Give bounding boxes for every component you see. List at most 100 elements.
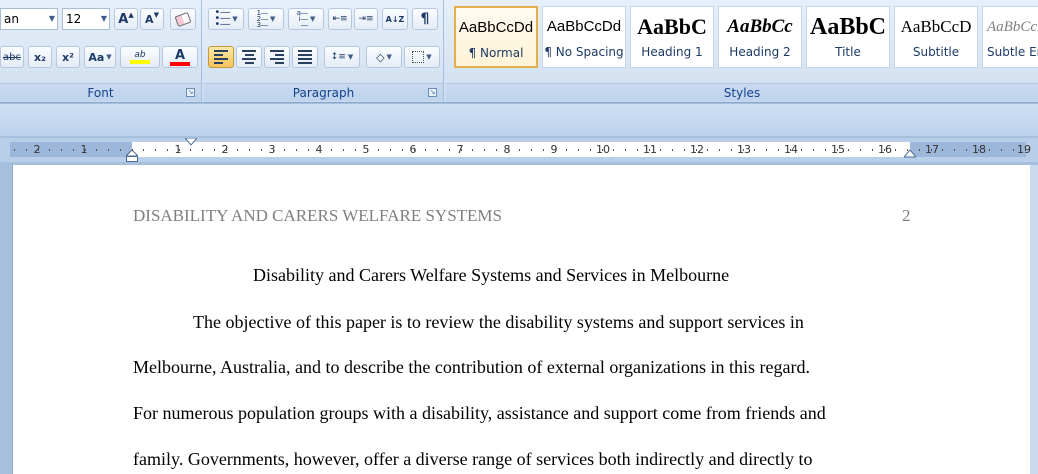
- font-name-combobox[interactable]: an ▼: [0, 8, 58, 30]
- ruler-tick: [508, 149, 509, 151]
- change-case-button[interactable]: Aa ▼: [84, 46, 116, 68]
- text-highlight-button[interactable]: ab: [120, 46, 160, 68]
- ruler-tick: [308, 149, 309, 151]
- ruler-tick: [355, 149, 356, 151]
- ruler-tick: [14, 149, 15, 151]
- styles-group: AaBbCcDd ¶ Normal AaBbCcDd ¶ No Spacing …: [446, 0, 1038, 103]
- style-heading-2[interactable]: AaBbCc Heading 2: [718, 6, 802, 68]
- font-color-swatch: [170, 61, 190, 66]
- ruler-tick: [813, 149, 814, 151]
- ruler-tick: [1013, 149, 1014, 151]
- strikethrough-button[interactable]: abc: [0, 46, 24, 68]
- ruler-number: 7: [456, 143, 464, 156]
- ruler-tick: [672, 149, 673, 151]
- highlighter-icon: ab: [134, 50, 146, 60]
- style-title[interactable]: AaBbC Title: [806, 6, 890, 68]
- multilevel-list-button[interactable]: a― i― ― ▼: [288, 8, 324, 30]
- superscript-button[interactable]: x²: [56, 46, 80, 68]
- ruler-tick: [590, 149, 591, 151]
- ruler-tick: [449, 149, 450, 151]
- ruler-tick: [132, 149, 133, 151]
- eraser-icon: [174, 11, 192, 27]
- horizontal-ruler[interactable]: 2 1 1 2 3 4 5 6 7 8 9 10 11 12 13 14 15 …: [0, 138, 1038, 162]
- ruler-tick: [719, 149, 720, 151]
- multilevel-list-icon: a― i― ―: [296, 9, 309, 29]
- ruler-tick: [496, 149, 497, 151]
- ruler-tick: [825, 149, 826, 151]
- ruler-tick: [167, 149, 168, 151]
- style-no-spacing[interactable]: AaBbCcDd ¶ No Spacing: [542, 6, 626, 68]
- ruler-number: 12: [690, 143, 704, 156]
- decrease-indent-button[interactable]: ⇤≡: [328, 8, 352, 30]
- ruler-tick: [214, 149, 215, 151]
- increase-indent-button[interactable]: ⇥≡: [354, 8, 378, 30]
- borders-button[interactable]: ▼: [404, 46, 440, 68]
- ruler-number: 10: [596, 143, 610, 156]
- ruler-left-margin: [10, 142, 132, 157]
- ribbon: an ▼ 12 ▼ A ▲ A ▼ abc x₂ x² Aa ▼ ab A Fo…: [0, 0, 1038, 103]
- style-subtitle-name: Subtitle: [912, 45, 960, 59]
- style-subtle-emphasis-sample: AaBbCcDd: [987, 19, 1038, 35]
- style-subtle-emphasis[interactable]: AaBbCcDd Subtle Em: [982, 6, 1038, 68]
- first-line-indent-marker[interactable]: [185, 138, 197, 146]
- align-right-button[interactable]: [264, 46, 290, 68]
- ruler-tick: [907, 149, 908, 151]
- ruler-tick: [402, 149, 403, 151]
- font-dialog-launcher-icon[interactable]: ↘: [186, 88, 195, 97]
- chevron-down-icon: ▼: [48, 14, 55, 23]
- grow-font-button[interactable]: A ▲: [114, 8, 138, 30]
- bullets-button[interactable]: •― •― •― ▼: [208, 8, 244, 30]
- vertical-scrollbar[interactable]: [1030, 165, 1038, 474]
- style-normal[interactable]: AaBbCcDd ¶ Normal: [454, 6, 538, 68]
- ruler-tick: [202, 149, 203, 151]
- ruler-tick: [778, 149, 779, 151]
- ruler-tick: [343, 149, 344, 151]
- align-left-button[interactable]: [208, 46, 234, 68]
- justify-button[interactable]: [292, 46, 318, 68]
- document-title: Disability and Carers Welfare Systems an…: [253, 265, 730, 285]
- ruler-tick: [484, 149, 485, 151]
- align-center-button[interactable]: [236, 46, 262, 68]
- ruler-tick: [519, 149, 520, 151]
- clear-formatting-button[interactable]: [170, 8, 196, 30]
- style-subtitle[interactable]: AaBbCcD Subtitle: [894, 6, 978, 68]
- ruler-tick: [555, 149, 556, 151]
- ruler-tick: [108, 149, 109, 151]
- right-indent-marker[interactable]: [904, 150, 916, 158]
- body-line: For numerous population groups with a di…: [133, 403, 826, 423]
- font-group-label: Font: [0, 83, 201, 101]
- ruler-tick: [942, 149, 943, 151]
- style-heading-1[interactable]: AaBbC Heading 1: [630, 6, 714, 68]
- ruler-tick: [155, 149, 156, 151]
- show-formatting-marks-button[interactable]: ¶: [412, 8, 438, 30]
- ruler-number: 4: [315, 143, 323, 156]
- font-color-button[interactable]: A: [162, 46, 198, 68]
- paragraph-dialog-launcher-icon[interactable]: ↘: [428, 88, 437, 97]
- body-line: The objective of this paper is to review…: [193, 312, 804, 332]
- ruler-number: 5: [362, 143, 370, 156]
- ruler-tick: [273, 149, 274, 151]
- ruler-tick: [566, 149, 567, 151]
- highlight-color-swatch: [130, 60, 150, 64]
- align-right-icon: [270, 50, 284, 64]
- font-name-value: an: [4, 12, 19, 26]
- ruler-number: 17: [925, 143, 939, 156]
- font-size-combobox[interactable]: 12 ▼: [62, 8, 110, 30]
- sort-button[interactable]: A↓Z: [382, 8, 408, 30]
- left-indent-marker[interactable]: [126, 150, 138, 162]
- ruler-tick: [684, 149, 685, 151]
- ruler-tick: [237, 149, 238, 151]
- subscript-button[interactable]: x₂: [28, 46, 52, 68]
- change-case-icon: Aa: [88, 50, 105, 64]
- ruler-number: 15: [831, 143, 845, 156]
- numbering-button[interactable]: 1― 2― 3― ▼: [248, 8, 284, 30]
- line-spacing-button[interactable]: ↕≡ ▼: [324, 46, 360, 68]
- document-page[interactable]: DISABILITY AND CARERS WELFARE SYSTEMS 2 …: [12, 165, 1030, 474]
- ruler-tick: [837, 149, 838, 151]
- ruler-tick: [860, 149, 861, 151]
- shading-button[interactable]: ◇ ▼: [366, 46, 402, 68]
- align-left-icon: [214, 50, 228, 64]
- paint-bucket-icon: ◇: [376, 50, 385, 64]
- decrease-indent-icon: ⇤≡: [332, 14, 348, 24]
- shrink-font-button[interactable]: A ▼: [140, 8, 164, 30]
